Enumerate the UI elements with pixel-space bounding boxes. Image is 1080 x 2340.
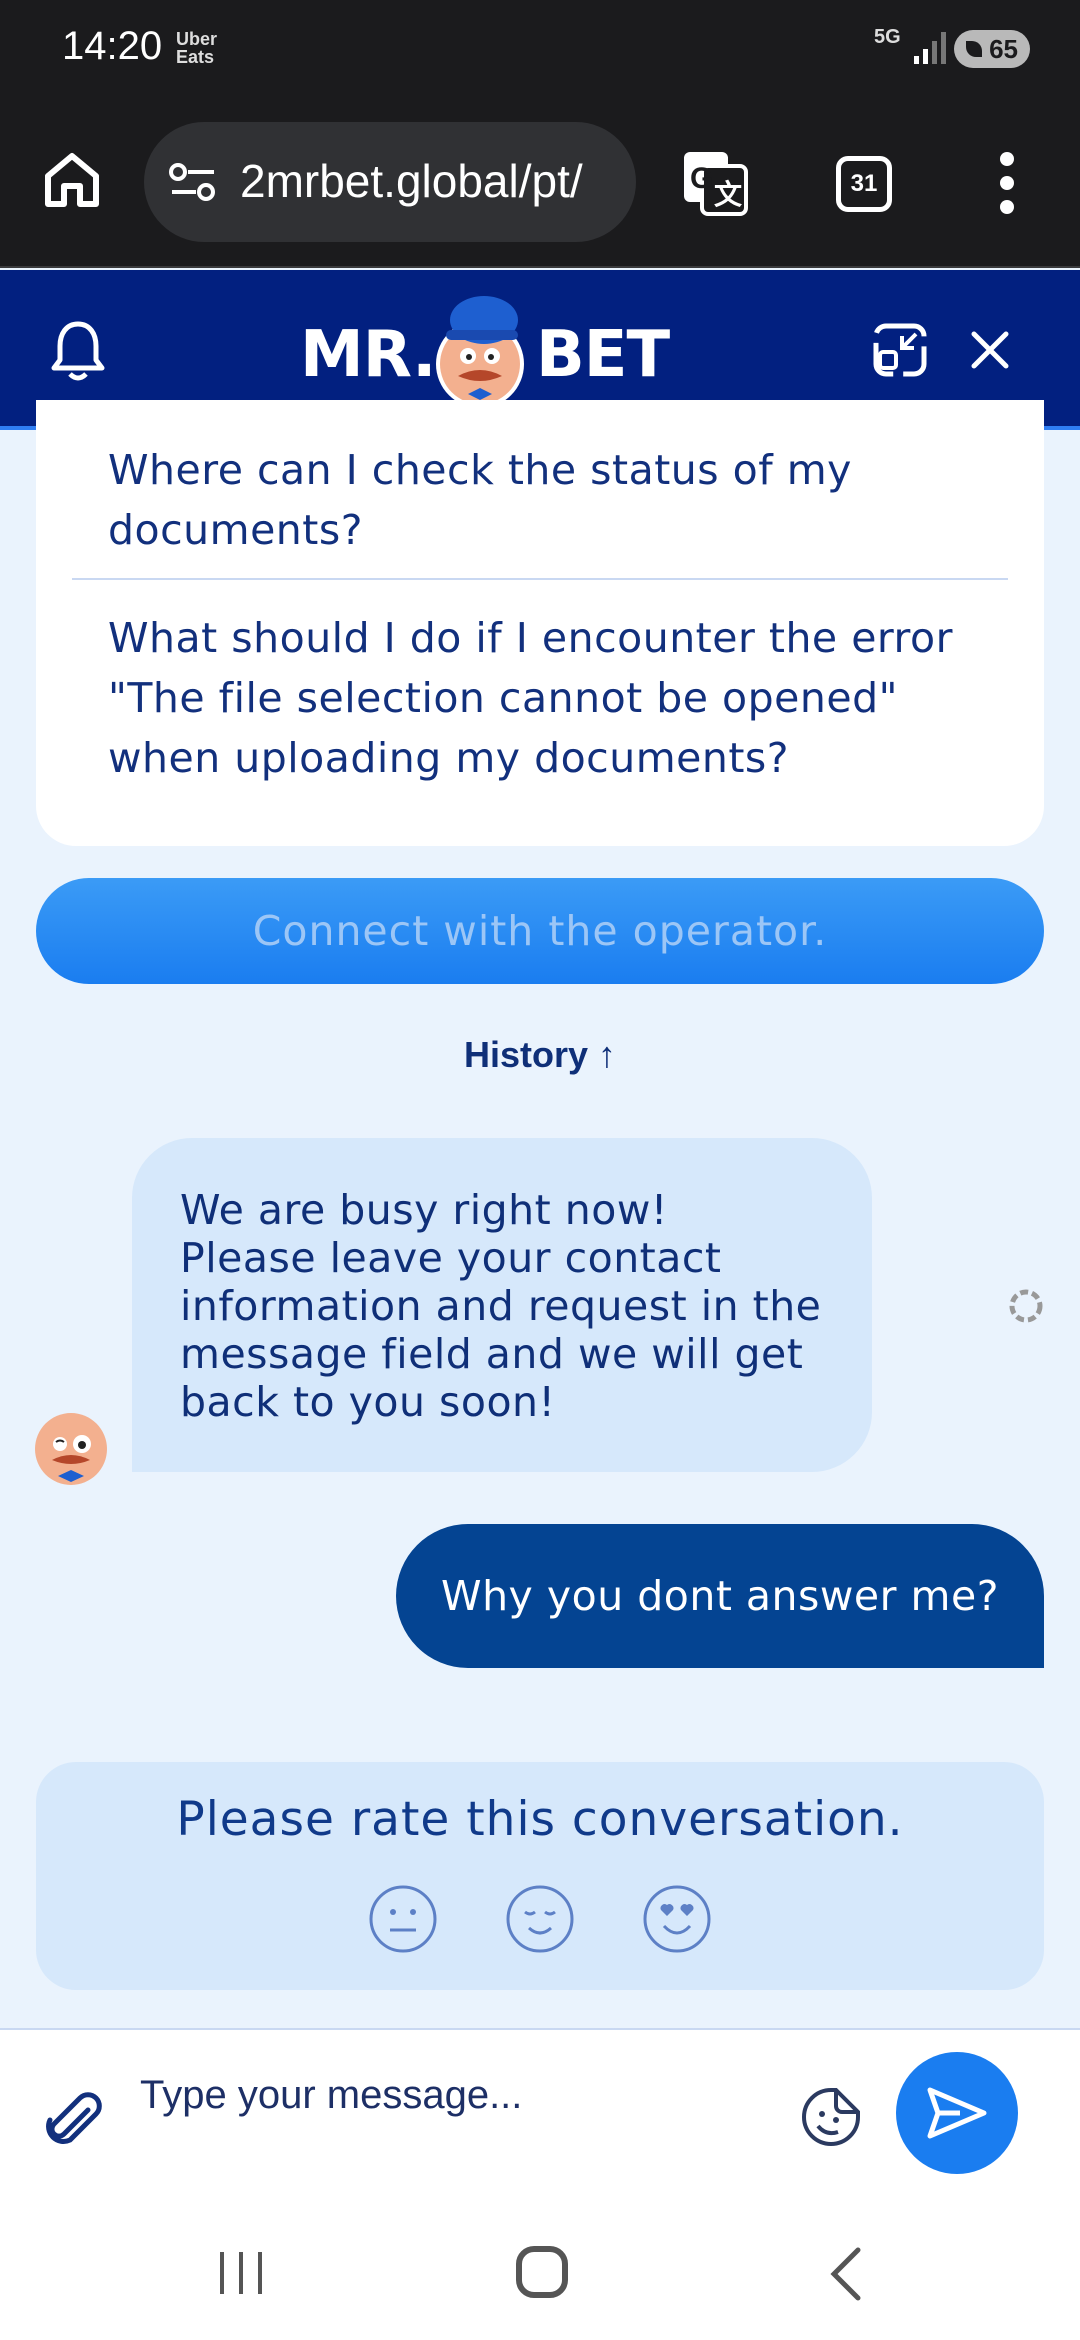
send-button[interactable] [896, 2052, 1018, 2174]
connect-operator-button[interactable]: Connect with the operator. [36, 878, 1044, 984]
status-bar: 14:20 Uber Eats 5G 65 [0, 0, 1080, 100]
battery-level: 65 [989, 33, 1018, 64]
bot-message: We are busy right now! Please leave your… [132, 1138, 872, 1472]
translate-icon[interactable]: G 文 [680, 148, 750, 218]
user-message: Why you dont answer me? [396, 1524, 1044, 1668]
svg-text:文: 文 [714, 178, 742, 211]
smiling-face-icon[interactable] [505, 1884, 575, 1954]
mrbet-logo: MR. BET [300, 290, 780, 410]
faq-card: Where can I check the status of my docum… [36, 400, 1044, 846]
system-nav-bar [0, 2198, 1080, 2340]
browser-toolbar: 2mrbet.global/pt/ G 文 31 [0, 100, 1080, 268]
neutral-face-icon[interactable] [368, 1884, 438, 1954]
minimize-icon[interactable] [872, 322, 928, 378]
tab-switcher-button[interactable]: 31 [836, 156, 892, 212]
overflow-menu-icon[interactable] [990, 152, 1024, 222]
status-time: 14:20 [62, 24, 163, 68]
paperclip-icon[interactable] [42, 2088, 102, 2148]
message-composer [0, 2028, 1080, 2198]
recent-apps-icon[interactable] [216, 2248, 266, 2298]
uber-eats-notification-icon: Uber Eats [176, 29, 218, 67]
message-input[interactable] [140, 2060, 780, 2130]
heart-eyes-face-icon[interactable] [642, 1884, 712, 1954]
network-type: 5G [874, 26, 901, 48]
history-link[interactable]: History ↑ [0, 1034, 1080, 1076]
signal-icon [914, 32, 946, 64]
faq-item[interactable]: Where can I check the status of my docum… [108, 440, 1008, 560]
send-icon [927, 2087, 987, 2139]
home-icon[interactable] [40, 148, 104, 212]
faq-item[interactable]: What should I do if I encounter the erro… [108, 608, 1008, 788]
loading-spinner-icon [1009, 1289, 1043, 1323]
bot-avatar [35, 1413, 107, 1485]
url-bar[interactable]: 2mrbet.global/pt/ [144, 122, 636, 242]
rating-card: Please rate this conversation. [36, 1762, 1044, 1990]
logo-text-right: BET [536, 318, 670, 392]
rating-title: Please rate this conversation. [176, 1792, 904, 1847]
divider [72, 578, 1008, 580]
site-settings-icon[interactable] [168, 162, 218, 202]
mascot-logo-icon [436, 296, 524, 408]
home-nav-icon[interactable] [516, 2246, 568, 2298]
bot-message-text: We are busy right now! Please leave your… [180, 1186, 822, 1426]
sticker-icon[interactable] [800, 2086, 862, 2148]
logo-text-left: MR. [300, 318, 436, 392]
svg-text:G: G [690, 162, 713, 195]
close-icon[interactable] [966, 326, 1014, 374]
url-text[interactable]: 2mrbet.global/pt/ [240, 154, 583, 208]
battery-icon: 65 [954, 30, 1030, 68]
back-icon[interactable] [822, 2244, 872, 2304]
bell-icon[interactable] [48, 318, 108, 382]
